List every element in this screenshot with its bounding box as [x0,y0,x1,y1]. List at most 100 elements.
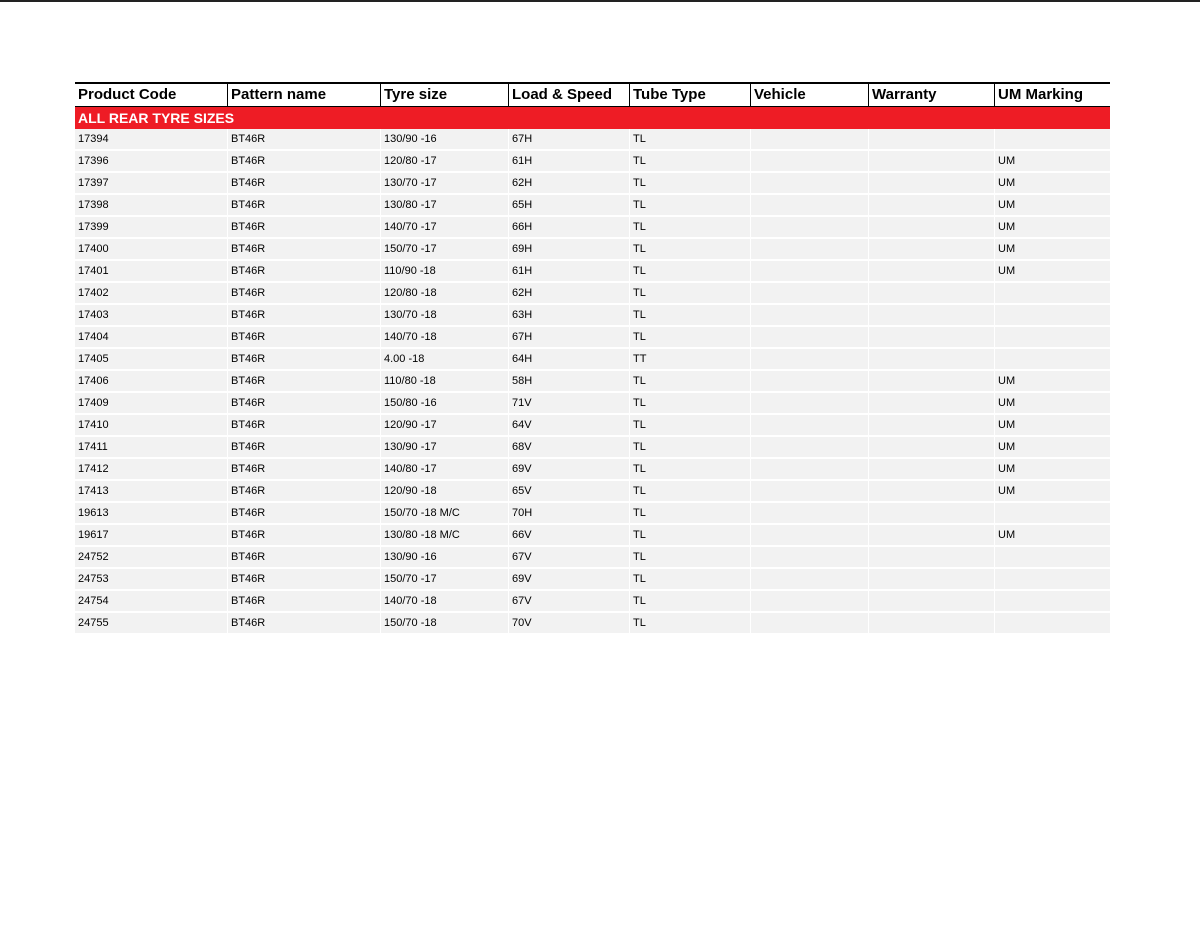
cell-vehicle [750,503,868,525]
cell-tube-type: TL [629,547,750,569]
cell-pattern-name: BT46R [227,525,380,547]
cell-vehicle [750,217,868,239]
table-row: 17409 BT46R 150/80 -16 71V TL UM [75,393,1110,415]
cell-product-code: 24755 [75,613,227,635]
cell-um-marking: UM [994,459,1110,481]
cell-tyre-size: 140/80 -17 [380,459,508,481]
cell-vehicle [750,393,868,415]
header-tube-type: Tube Type [629,82,750,107]
cell-load-speed: 66H [508,217,629,239]
cell-warranty [868,129,994,151]
cell-warranty [868,283,994,305]
cell-tube-type: TL [629,305,750,327]
cell-pattern-name: BT46R [227,327,380,349]
cell-warranty [868,481,994,503]
cell-um-marking: UM [994,371,1110,393]
cell-warranty [868,173,994,195]
cell-product-code: 17409 [75,393,227,415]
cell-tyre-size: 120/80 -17 [380,151,508,173]
cell-um-marking [994,129,1110,151]
cell-product-code: 17411 [75,437,227,459]
cell-um-marking [994,569,1110,591]
cell-pattern-name: BT46R [227,217,380,239]
cell-um-marking [994,327,1110,349]
table-row: 17406 BT46R 110/80 -18 58H TL UM [75,371,1110,393]
cell-tyre-size: 110/80 -18 [380,371,508,393]
cell-vehicle [750,305,868,327]
tyre-table: Product Code Pattern name Tyre size Load… [75,82,1110,635]
cell-load-speed: 62H [508,283,629,305]
cell-tyre-size: 130/90 -16 [380,129,508,151]
section-row: ALL REAR TYRE SIZES [75,107,1110,129]
cell-um-marking: UM [994,173,1110,195]
cell-product-code: 17402 [75,283,227,305]
cell-product-code: 17398 [75,195,227,217]
cell-um-marking: UM [994,195,1110,217]
cell-tyre-size: 130/70 -18 [380,305,508,327]
cell-vehicle [750,261,868,283]
cell-um-marking: UM [994,415,1110,437]
cell-vehicle [750,547,868,569]
cell-tube-type: TL [629,217,750,239]
table-row: 17405 BT46R 4.00 -18 64H TT [75,349,1110,371]
cell-tyre-size: 120/90 -17 [380,415,508,437]
tyre-table-sheet: Product Code Pattern name Tyre size Load… [75,82,1110,635]
cell-product-code: 17396 [75,151,227,173]
cell-pattern-name: BT46R [227,349,380,371]
cell-tyre-size: 130/90 -17 [380,437,508,459]
cell-tyre-size: 4.00 -18 [380,349,508,371]
cell-load-speed: 63H [508,305,629,327]
cell-product-code: 19617 [75,525,227,547]
table-row: 17411 BT46R 130/90 -17 68V TL UM [75,437,1110,459]
cell-product-code: 17403 [75,305,227,327]
cell-um-marking: UM [994,437,1110,459]
table-row: 17396 BT46R 120/80 -17 61H TL UM [75,151,1110,173]
header-pattern-name: Pattern name [227,82,380,107]
cell-vehicle [750,591,868,613]
table-row: 17410 BT46R 120/90 -17 64V TL UM [75,415,1110,437]
cell-um-marking [994,547,1110,569]
cell-um-marking [994,349,1110,371]
cell-product-code: 24753 [75,569,227,591]
cell-vehicle [750,525,868,547]
header-tyre-size: Tyre size [380,82,508,107]
table-row: 24754 BT46R 140/70 -18 67V TL [75,591,1110,613]
cell-load-speed: 67H [508,129,629,151]
cell-tube-type: TT [629,349,750,371]
cell-tyre-size: 130/70 -17 [380,173,508,195]
cell-tyre-size: 130/80 -18 M/C [380,525,508,547]
cell-warranty [868,503,994,525]
cell-pattern-name: BT46R [227,569,380,591]
table-row: 19613 BT46R 150/70 -18 M/C 70H TL [75,503,1110,525]
cell-load-speed: 65V [508,481,629,503]
cell-warranty [868,261,994,283]
table-row: 17394 BT46R 130/90 -16 67H TL [75,129,1110,151]
cell-product-code: 17406 [75,371,227,393]
cell-load-speed: 58H [508,371,629,393]
table-row: 17399 BT46R 140/70 -17 66H TL UM [75,217,1110,239]
cell-pattern-name: BT46R [227,283,380,305]
cell-load-speed: 69V [508,569,629,591]
cell-vehicle [750,569,868,591]
cell-warranty [868,437,994,459]
cell-pattern-name: BT46R [227,503,380,525]
cell-tyre-size: 150/70 -18 M/C [380,503,508,525]
cell-load-speed: 70V [508,613,629,635]
cell-product-code: 24752 [75,547,227,569]
cell-tube-type: TL [629,569,750,591]
page-top-rule [0,0,1200,2]
section-label: ALL REAR TYRE SIZES [75,107,1110,129]
cell-tube-type: TL [629,481,750,503]
table-row: 17397 BT46R 130/70 -17 62H TL UM [75,173,1110,195]
cell-tube-type: TL [629,503,750,525]
cell-tyre-size: 120/90 -18 [380,481,508,503]
table-header-row: Product Code Pattern name Tyre size Load… [75,82,1110,107]
cell-pattern-name: BT46R [227,173,380,195]
cell-vehicle [750,415,868,437]
cell-um-marking [994,613,1110,635]
cell-vehicle [750,481,868,503]
table-row: 17404 BT46R 140/70 -18 67H TL [75,327,1110,349]
table-row: 24755 BT46R 150/70 -18 70V TL [75,613,1110,635]
cell-warranty [868,151,994,173]
cell-um-marking: UM [994,217,1110,239]
